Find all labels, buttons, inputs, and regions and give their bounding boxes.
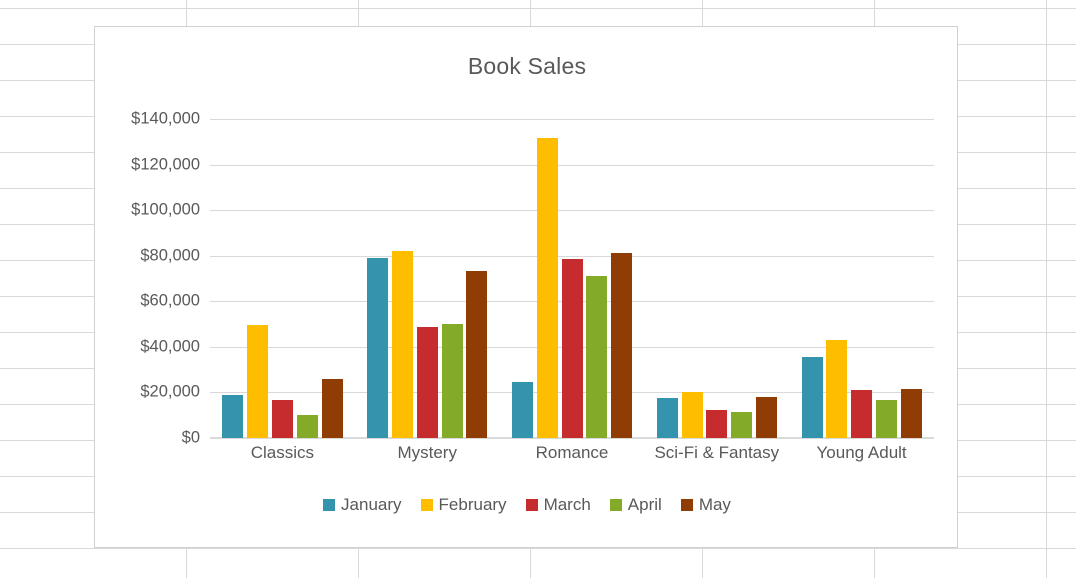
x-axis-category-label: Classics (251, 443, 314, 463)
legend-item[interactable]: May (681, 495, 731, 515)
x-axis-category-label: Young Adult (817, 443, 907, 463)
sheet-row-line (0, 548, 1076, 549)
bar[interactable] (392, 251, 413, 438)
sheet-column-line (1046, 0, 1047, 578)
sheet-row-line (0, 8, 1076, 9)
bar[interactable] (802, 357, 823, 438)
y-axis-tick-label: $80,000 (140, 246, 200, 265)
bar[interactable] (731, 412, 752, 438)
bar[interactable] (756, 397, 777, 438)
x-axis-category-label: Sci-Fi & Fantasy (654, 443, 779, 463)
y-axis-tick-label: $140,000 (131, 110, 200, 129)
chart-legend[interactable]: January February March April May (95, 495, 959, 515)
x-axis-category-label: Mystery (397, 443, 457, 463)
bars-layer[interactable] (210, 119, 934, 438)
bar[interactable] (537, 138, 558, 438)
legend-label: May (699, 495, 731, 515)
chart-title[interactable]: Book Sales (95, 53, 959, 80)
bar[interactable] (876, 400, 897, 438)
bar[interactable] (562, 259, 583, 438)
bar[interactable] (466, 271, 487, 438)
plot-area[interactable]: $0$20,000$40,000$60,000$80,000$100,000$1… (210, 119, 934, 438)
chart-container[interactable]: Book Sales $0$20,000$40,000$60,000$80,00… (94, 26, 958, 548)
bar[interactable] (657, 398, 678, 438)
legend-label: January (341, 495, 401, 515)
bar[interactable] (826, 340, 847, 438)
bar[interactable] (322, 379, 343, 438)
bar[interactable] (222, 395, 243, 438)
x-axis-category-labels: Classics Mystery Romance Sci-Fi & Fantasy Yo… (210, 443, 934, 473)
legend-swatch-icon (323, 499, 335, 511)
legend-swatch-icon (421, 499, 433, 511)
legend-swatch-icon (526, 499, 538, 511)
bar[interactable] (611, 253, 632, 438)
y-axis-tick-label: $60,000 (140, 292, 200, 311)
bar[interactable] (512, 382, 533, 438)
y-axis-tick-label: $40,000 (140, 337, 200, 356)
bar[interactable] (367, 258, 388, 438)
bar[interactable] (851, 390, 872, 438)
bar[interactable] (297, 415, 318, 438)
bar[interactable] (901, 389, 922, 438)
legend-swatch-icon (610, 499, 622, 511)
bar[interactable] (682, 392, 703, 438)
y-axis-tick-label: $100,000 (131, 201, 200, 220)
bar[interactable] (247, 325, 268, 438)
legend-item[interactable]: February (421, 495, 507, 515)
legend-item[interactable]: March (526, 495, 591, 515)
x-axis-category-label: Romance (536, 443, 609, 463)
legend-item[interactable]: April (610, 495, 662, 515)
bar[interactable] (442, 324, 463, 438)
y-axis-tick-label: $20,000 (140, 383, 200, 402)
y-axis-tick-label: $0 (182, 429, 200, 448)
bar[interactable] (706, 410, 727, 438)
bar[interactable] (586, 276, 607, 438)
bar[interactable] (417, 327, 438, 438)
legend-swatch-icon (681, 499, 693, 511)
legend-label: March (544, 495, 591, 515)
bar[interactable] (272, 400, 293, 438)
y-axis-tick-label: $120,000 (131, 155, 200, 174)
legend-label: February (439, 495, 507, 515)
legend-item[interactable]: January (323, 495, 401, 515)
legend-label: April (628, 495, 662, 515)
